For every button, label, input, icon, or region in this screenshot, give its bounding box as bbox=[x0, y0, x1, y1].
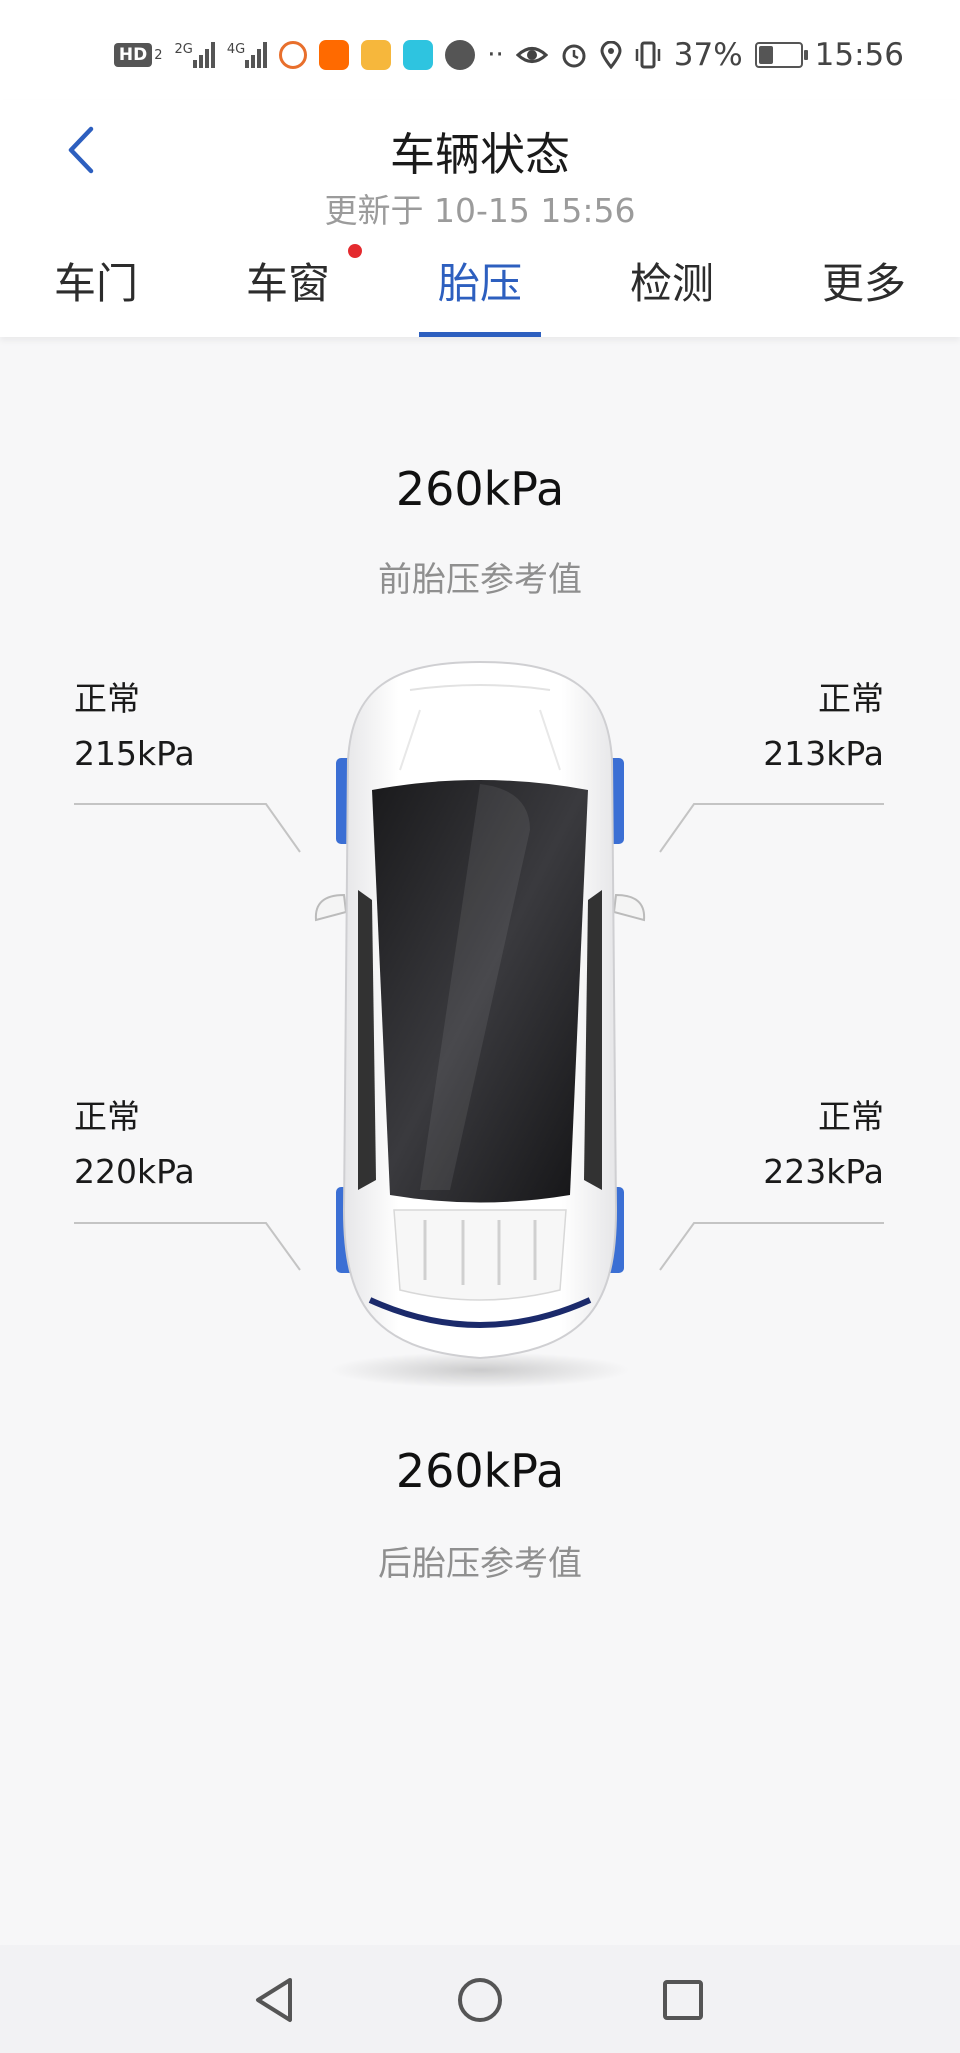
more-dots-icon: ·· bbox=[487, 40, 504, 70]
tab-more[interactable]: 更多 bbox=[768, 240, 960, 337]
app-icon-navigation bbox=[445, 40, 476, 70]
tyre-status: 正常 bbox=[74, 679, 140, 718]
tyre-pressure: 215kPa bbox=[74, 734, 195, 773]
active-tab-indicator bbox=[419, 332, 541, 337]
tab-inspection[interactable]: 检测 bbox=[576, 240, 768, 337]
notification-badge bbox=[348, 244, 362, 258]
eye-icon bbox=[515, 44, 548, 66]
circle-home-icon bbox=[458, 1978, 502, 2022]
nav-back-button[interactable] bbox=[238, 1965, 308, 2035]
tyre-front-left: 正常 215kPa bbox=[74, 672, 195, 782]
status-icons: HD 2 2G 4G ·· 37% 15:56 bbox=[113, 30, 904, 80]
net-2g-label: 2G bbox=[174, 42, 193, 57]
front-reference-label: 前胎压参考值 bbox=[378, 560, 582, 600]
hd-icon: HD 2 bbox=[113, 43, 163, 67]
tyre-pressure: 223kPa bbox=[763, 1152, 884, 1191]
tab-more-label: 更多 bbox=[821, 259, 906, 308]
system-navigation-bar bbox=[0, 1945, 960, 2053]
battery-icon bbox=[754, 42, 808, 68]
nav-recents-button[interactable] bbox=[648, 1965, 718, 2035]
tab-doors-label: 车门 bbox=[53, 259, 138, 308]
status-bar: HD 2 2G 4G ·· 37% 15:56 bbox=[0, 0, 960, 100]
tyre-pressure: 213kPa bbox=[763, 734, 884, 773]
tyre-status: 正常 bbox=[74, 1097, 140, 1136]
leader-line-rear-right bbox=[659, 1222, 884, 1271]
square-recents-icon bbox=[663, 1980, 703, 2020]
battery-fill bbox=[758, 46, 774, 64]
car-top-view-image bbox=[314, 660, 646, 1388]
tyre-rear-right: 正常 223kPa bbox=[763, 1090, 884, 1200]
rear-reference-label: 后胎压参考值 bbox=[378, 1544, 582, 1584]
update-time: 更新于 10-15 15:56 bbox=[324, 191, 636, 230]
tab-windows[interactable]: 车窗 bbox=[192, 240, 384, 337]
battery-percent: 37% bbox=[673, 37, 743, 73]
app-icon-bank bbox=[361, 40, 392, 70]
tyre-pressure: 220kPa bbox=[74, 1152, 195, 1191]
hd-label: HD bbox=[113, 43, 153, 67]
tab-tire-pressure-label: 胎压 bbox=[437, 259, 522, 308]
page-title: 车辆状态 bbox=[389, 128, 570, 181]
tab-doors[interactable]: 车门 bbox=[0, 240, 192, 337]
nav-home-button[interactable] bbox=[445, 1965, 515, 2035]
tyre-status: 正常 bbox=[818, 679, 884, 718]
tyre-rear-left: 正常 220kPa bbox=[74, 1090, 195, 1200]
leader-line-rear-left bbox=[74, 1222, 301, 1271]
signal-2g-icon: 2G bbox=[175, 42, 215, 68]
location-icon bbox=[600, 41, 622, 69]
app-icon-bulb bbox=[403, 40, 434, 70]
triangle-back-icon bbox=[256, 1978, 292, 2022]
rear-reference-value: 260kPa bbox=[395, 1444, 565, 1498]
tab-windows-label: 车窗 bbox=[245, 259, 330, 308]
clock: 15:56 bbox=[814, 37, 904, 73]
tab-inspection-label: 检测 bbox=[629, 259, 714, 308]
tyre-front-right: 正常 213kPa bbox=[763, 672, 884, 782]
leader-line-front-left bbox=[74, 803, 301, 853]
net-4g-label: 4G bbox=[226, 42, 246, 57]
signal-4g-icon: 4G bbox=[226, 42, 268, 68]
vibrate-icon bbox=[634, 41, 662, 69]
front-reference-value: 260kPa bbox=[395, 462, 565, 516]
tab-bar: 车门 车窗 胎压 检测 更多 bbox=[0, 240, 960, 337]
sim-index: 2 bbox=[154, 47, 163, 63]
tab-tire-pressure[interactable]: 胎压 bbox=[384, 240, 576, 337]
leader-line-front-right bbox=[659, 803, 884, 853]
app-icon-taobao bbox=[319, 40, 350, 70]
app-icon-weibo bbox=[279, 41, 308, 69]
tyre-status: 正常 bbox=[818, 1097, 884, 1136]
alarm-icon bbox=[560, 41, 588, 69]
page-header: 车辆状态 更新于 10-15 15:56 车门 车窗 胎压 检测 更多 bbox=[0, 100, 960, 337]
